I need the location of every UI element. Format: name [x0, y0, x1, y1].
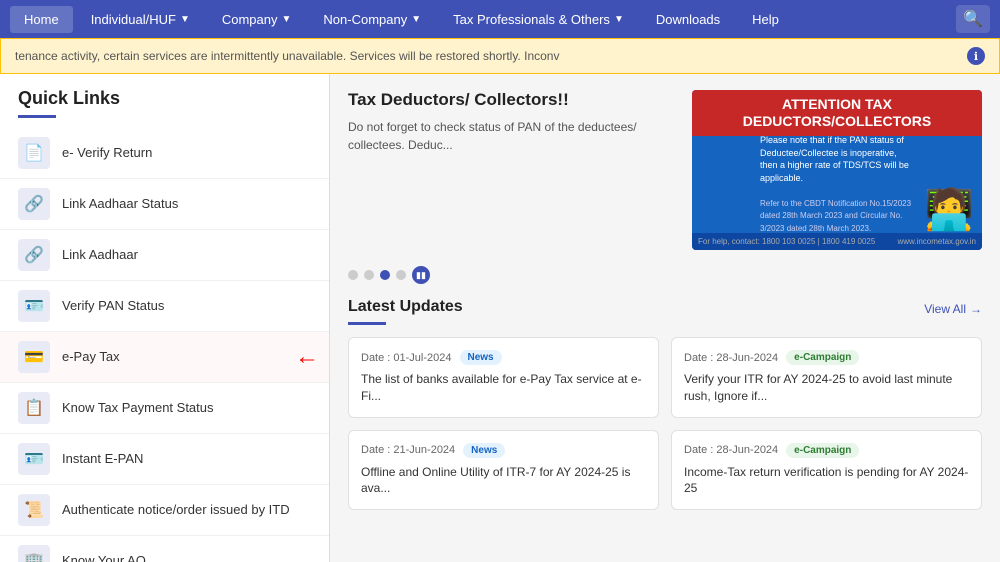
chevron-down-icon: ▼: [180, 14, 190, 25]
link-aadhaar-status-icon: 🔗: [18, 188, 50, 220]
sidebar-item-label: Link Aadhaar Status: [62, 195, 178, 213]
latest-updates-title: Latest Updates: [348, 298, 463, 316]
chevron-down-icon: ▼: [614, 14, 624, 25]
contact-text: For help, contact: 1800 103 0025 | 1800 …: [698, 237, 875, 246]
update-date-2: Date : 21-Jun-2024: [361, 444, 455, 456]
sidebar-item-know-your-ao[interactable]: 🏢 Know Your AO: [0, 536, 329, 562]
chevron-down-icon: ▼: [282, 14, 292, 25]
sidebar-item-instant-epan[interactable]: 🪪 Instant E-PAN: [0, 434, 329, 485]
view-all-label: View All: [924, 302, 966, 316]
authenticate-icon: 📜: [18, 494, 50, 526]
image-footer: For help, contact: 1800 103 0025 | 1800 …: [692, 233, 982, 250]
main-layout: Quick Links 📄 e- Verify Return 🔗 Link Aa…: [0, 74, 1000, 562]
sidebar-title-underline: [18, 115, 56, 118]
website-url: www.incometax.gov.in: [897, 237, 976, 246]
updates-grid: Date : 01-Jul-2024 News The list of bank…: [348, 337, 982, 510]
navbar: Home Individual/HUF ▼ Company ▼ Non-Comp…: [0, 0, 1000, 38]
link-aadhaar-icon: 🔗: [18, 239, 50, 271]
nav-individual-huf-label: Individual/HUF: [91, 12, 176, 27]
update-card-0[interactable]: Date : 01-Jul-2024 News The list of bank…: [348, 337, 659, 418]
update-date-3: Date : 28-Jun-2024: [684, 444, 778, 456]
update-date-1: Date : 28-Jun-2024: [684, 352, 778, 364]
alert-text: tenance activity, certain services are i…: [15, 49, 959, 63]
section-title-underline: [348, 322, 386, 325]
nav-help[interactable]: Help: [738, 6, 793, 33]
sidebar-item-label: Verify PAN Status: [62, 297, 164, 315]
person-illustration: 🧑‍💻: [924, 186, 974, 233]
sidebar-item-label: Link Aadhaar: [62, 246, 138, 264]
update-badge-1: e-Campaign: [786, 350, 859, 365]
sidebar-item-label: Know Tax Payment Status: [62, 399, 214, 417]
nav-individual-huf[interactable]: Individual/HUF ▼: [77, 6, 204, 33]
update-text-3: Income-Tax return verification is pendin…: [684, 464, 969, 498]
sidebar-item-everify-return[interactable]: 📄 e- Verify Return: [0, 128, 329, 179]
nav-company[interactable]: Company ▼: [208, 6, 306, 33]
nav-home[interactable]: Home: [10, 6, 73, 33]
tax-deductors-section: Tax Deductors/ Collectors!! Do not forge…: [348, 90, 982, 250]
tax-deductors-text: Tax Deductors/ Collectors!! Do not forge…: [348, 90, 676, 250]
update-card-3[interactable]: Date : 28-Jun-2024 e-Campaign Income-Tax…: [671, 430, 982, 511]
tax-payment-icon: 📋: [18, 392, 50, 424]
carousel-dot-2[interactable]: [364, 270, 374, 280]
sidebar-item-authenticate-notice[interactable]: 📜 Authenticate notice/order issued by IT…: [0, 485, 329, 536]
image-body: Please note that if the PAN status of De…: [692, 136, 982, 233]
sidebar: Quick Links 📄 e- Verify Return 🔗 Link Aa…: [0, 74, 330, 562]
info-icon: ℹ: [967, 47, 985, 65]
sidebar-item-know-tax-payment-status[interactable]: 📋 Know Tax Payment Status: [0, 383, 329, 434]
update-badge-2: News: [463, 443, 505, 458]
tax-deductors-description: Do not forget to check status of PAN of …: [348, 118, 676, 154]
update-card-1[interactable]: Date : 28-Jun-2024 e-Campaign Verify you…: [671, 337, 982, 418]
carousel-dot-1[interactable]: [348, 270, 358, 280]
update-meta-1: Date : 28-Jun-2024 e-Campaign: [684, 350, 969, 365]
tax-deductors-title: Tax Deductors/ Collectors!!: [348, 90, 676, 110]
view-all-button[interactable]: View All →: [924, 302, 982, 316]
sidebar-item-label: Know Your AO: [62, 552, 146, 562]
everify-icon: 📄: [18, 137, 50, 169]
sidebar-item-label: e-Pay Tax: [62, 348, 120, 366]
sidebar-item-label: e- Verify Return: [62, 144, 152, 162]
content-area: Tax Deductors/ Collectors!! Do not forge…: [330, 74, 1000, 562]
sidebar-title: Quick Links: [0, 74, 329, 115]
update-card-2[interactable]: Date : 21-Jun-2024 News Offline and Onli…: [348, 430, 659, 511]
update-badge-0: News: [460, 350, 502, 365]
nav-tax-professionals-label: Tax Professionals & Others: [453, 12, 610, 27]
search-button[interactable]: 🔍: [956, 5, 990, 33]
carousel-dot-4[interactable]: [396, 270, 406, 280]
carousel-play-button[interactable]: ▮▮: [412, 266, 430, 284]
sidebar-item-link-aadhaar[interactable]: 🔗 Link Aadhaar: [0, 230, 329, 281]
carousel-dots: ▮▮: [348, 266, 982, 284]
update-text-2: Offline and Online Utility of ITR-7 for …: [361, 464, 646, 498]
update-badge-3: e-Campaign: [786, 443, 859, 458]
verify-pan-icon: 🪪: [18, 290, 50, 322]
nav-tax-professionals[interactable]: Tax Professionals & Others ▼: [439, 6, 638, 33]
image-body-text: Please note that if the PAN status of De…: [752, 136, 922, 233]
red-arrow-icon: ←: [295, 343, 319, 371]
sidebar-item-link-aadhaar-status[interactable]: 🔗 Link Aadhaar Status: [0, 179, 329, 230]
sidebar-item-epay-tax[interactable]: 💳 e-Pay Tax ←: [0, 332, 329, 383]
nav-downloads[interactable]: Downloads: [642, 6, 734, 33]
update-meta-3: Date : 28-Jun-2024 e-Campaign: [684, 443, 969, 458]
sidebar-item-verify-pan-status[interactable]: 🪪 Verify PAN Status: [0, 281, 329, 332]
update-text-1: Verify your ITR for AY 2024-25 to avoid …: [684, 371, 969, 405]
carousel-dot-3[interactable]: [380, 270, 390, 280]
search-icon: 🔍: [963, 9, 983, 29]
arrow-right-icon: →: [970, 302, 982, 316]
nav-non-company[interactable]: Non-Company ▼: [309, 6, 435, 33]
update-date-0: Date : 01-Jul-2024: [361, 352, 452, 364]
latest-updates-header: Latest Updates View All →: [348, 298, 982, 316]
image-header: ATTENTION TAXDEDUCTORS/COLLECTORS: [692, 90, 982, 136]
epay-tax-icon: 💳: [18, 341, 50, 373]
sidebar-item-label: Authenticate notice/order issued by ITD: [62, 501, 290, 519]
chevron-down-icon: ▼: [411, 14, 421, 25]
update-meta-0: Date : 01-Jul-2024 News: [361, 350, 646, 365]
nav-company-label: Company: [222, 12, 278, 27]
sidebar-item-label: Instant E-PAN: [62, 450, 143, 468]
update-meta-2: Date : 21-Jun-2024 News: [361, 443, 646, 458]
nav-non-company-label: Non-Company: [323, 12, 407, 27]
update-text-0: The list of banks available for e-Pay Ta…: [361, 371, 646, 405]
tax-deductors-image: ATTENTION TAXDEDUCTORS/COLLECTORS Please…: [692, 90, 982, 250]
instant-epan-icon: 🪪: [18, 443, 50, 475]
know-ao-icon: 🏢: [18, 545, 50, 562]
alert-banner: tenance activity, certain services are i…: [0, 38, 1000, 74]
